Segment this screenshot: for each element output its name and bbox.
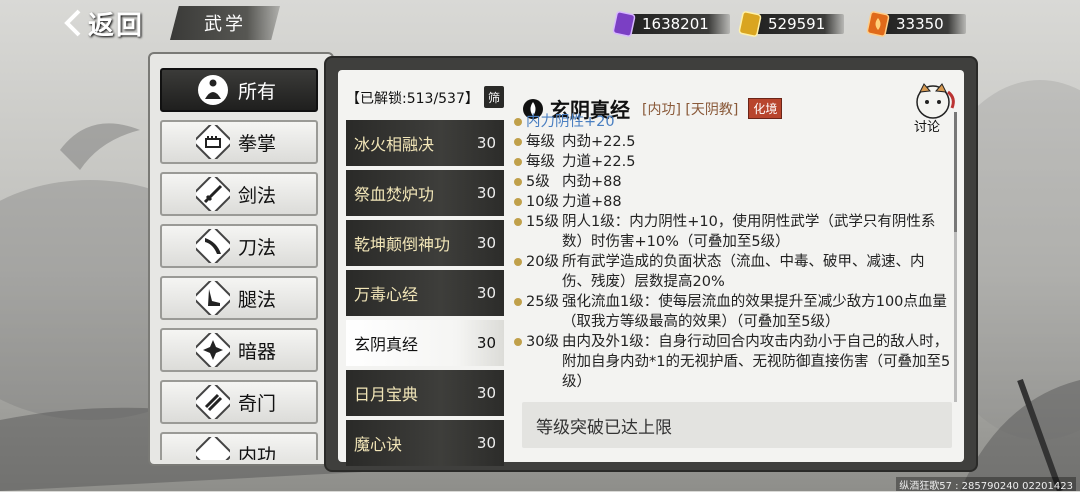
category-all[interactable]: 所有 xyxy=(160,68,318,112)
currency-value: 529591 xyxy=(768,15,826,33)
fist-icon xyxy=(196,125,230,159)
category-inner-power[interactable]: 内功 xyxy=(160,432,318,460)
skill-level: 30 xyxy=(476,384,496,402)
skill-level: 30 xyxy=(476,334,496,352)
skill-item-selected[interactable]: 玄阴真经 30 xyxy=(346,320,504,366)
effect-text: 内劲+88 xyxy=(562,174,622,190)
category-label: 暗器 xyxy=(238,340,277,363)
category-sword[interactable]: 剑法 xyxy=(160,172,318,216)
effect-level: 每级 xyxy=(526,134,555,150)
effect-text: 强化流血1级：使每层流血的效果提升至减少敌方100点血量（取我方等级最高的效果）… xyxy=(562,294,947,330)
breakthrough-status: 等级突破已达上限 xyxy=(522,402,952,448)
effect-line: 每级 内劲+22.5 xyxy=(512,132,952,152)
kick-icon xyxy=(196,281,230,315)
currency-gold[interactable]: 529591 xyxy=(736,10,844,38)
category-exotic[interactable]: 奇门 xyxy=(160,380,318,424)
inner-power-icon xyxy=(196,437,230,460)
effect-line: 15级 阴人1级：内力阴性+10，使用阴性武学（武学只有阴性系数）时伤害+10%… xyxy=(512,212,952,252)
category-label: 所有 xyxy=(238,80,277,103)
effect-text: 内劲+22.5 xyxy=(562,134,636,150)
page-title: 武学 xyxy=(204,14,246,35)
effect-level: 10级 xyxy=(526,194,559,210)
sword-icon xyxy=(196,177,230,211)
orange-flame-icon xyxy=(866,11,890,37)
skill-item[interactable]: 日月宝典 30 xyxy=(346,370,504,416)
category-label: 刀法 xyxy=(238,236,277,259)
effect-line: 20级 所有武学造成的负面状态（流血、中毒、破甲、减速、内伤、残废）层数提高20… xyxy=(512,252,952,292)
skill-level: 30 xyxy=(476,234,496,252)
category-label: 剑法 xyxy=(238,184,277,207)
filter-button[interactable]: 筛 xyxy=(484,86,504,108)
skill-name: 玄阴真经 xyxy=(354,335,419,354)
effect-text: 内力阴性+20 xyxy=(526,114,615,130)
category-list[interactable]: 所有 拳掌 剑法 刀法 腿法 暗器 奇门 内功 xyxy=(160,68,322,460)
meditation-icon xyxy=(198,75,228,105)
effect-line: 5级 内劲+88 xyxy=(512,172,952,192)
shuriken-icon xyxy=(196,333,230,367)
effect-level: 5级 xyxy=(526,174,550,190)
skill-level: 30 xyxy=(476,284,496,302)
breakthrough-status-label: 等级突破已达上限 xyxy=(536,417,672,438)
back-button[interactable]: 返回 xyxy=(62,4,144,42)
currency-purple[interactable]: 1638201 xyxy=(610,10,730,38)
effect-level: 25级 xyxy=(526,294,559,310)
category-label: 拳掌 xyxy=(238,132,277,155)
effect-line: 10级 力道+88 xyxy=(512,192,952,212)
category-fist[interactable]: 拳掌 xyxy=(160,120,318,164)
effect-text: 由内及外1级：自身行动回合内攻击内劲小于自己的敌人时，附加自身内劲*1的无视护盾… xyxy=(562,334,951,390)
category-label: 奇门 xyxy=(238,392,277,415)
skill-name: 冰火相融决 xyxy=(354,135,435,154)
skill-level: 30 xyxy=(476,434,496,452)
effect-text: 力道+22.5 xyxy=(562,154,636,170)
skill-item[interactable]: 冰火相融决 30 xyxy=(346,120,504,166)
skill-name: 乾坤颠倒神功 xyxy=(354,235,451,254)
category-panel: 所有 拳掌 剑法 刀法 腿法 暗器 奇门 内功 xyxy=(148,52,334,466)
skill-name: 万毒心经 xyxy=(354,285,419,304)
effect-text: 阴人1级：内力阴性+10，使用阴性武学（武学只有阴性系数）时伤害+10%（可叠加… xyxy=(562,214,936,250)
effect-level: 每级 xyxy=(526,154,555,170)
effect-line: 内力阴性+20 xyxy=(512,112,952,132)
top-bar: 返回 武学 1638201 529591 33350 xyxy=(0,0,1080,46)
effect-level: 20级 xyxy=(526,254,559,270)
skill-item[interactable]: 祭血焚炉功 30 xyxy=(346,170,504,216)
back-label: 返回 xyxy=(88,10,145,41)
effect-text: 力道+88 xyxy=(562,194,622,210)
skill-name: 魔心诀 xyxy=(354,435,403,454)
watermark: 纵酒狂歌57 : 285790240 02201423 xyxy=(896,477,1076,492)
skill-item[interactable]: 万毒心经 30 xyxy=(346,270,504,316)
skill-name: 日月宝典 xyxy=(354,385,419,404)
unlock-count: 【已解锁:513/537】 xyxy=(346,91,479,107)
skill-level: 30 xyxy=(476,184,496,202)
effect-line: 每级 力道+22.5 xyxy=(512,152,952,172)
effect-level: 15级 xyxy=(526,214,559,230)
category-blade[interactable]: 刀法 xyxy=(160,224,318,268)
purple-crystal-icon xyxy=(612,11,636,37)
skill-list[interactable]: 冰火相融决 30 祭血焚炉功 30 乾坤颠倒神功 30 万毒心经 30 玄阴真经… xyxy=(346,120,504,470)
page-title-tab: 武学 xyxy=(170,6,280,40)
effect-text: 所有武学造成的负面状态（流血、中毒、破甲、减速、内伤、残废）层数提高20% xyxy=(562,254,925,290)
category-label: 腿法 xyxy=(238,288,277,311)
skill-name: 祭血焚炉功 xyxy=(354,185,435,204)
category-label: 内功 xyxy=(238,444,277,461)
skill-effects: 内力阴性+20 每级 内劲+22.5 每级 力道+22.5 5级 内劲+88 1… xyxy=(512,112,952,392)
effects-scroll-thumb[interactable] xyxy=(954,112,957,232)
effect-line: 25级 强化流血1级：使每层流血的效果提升至减少敌方100点血量（取我方等级最高… xyxy=(512,292,952,332)
effect-line: 30级 由内及外1级：自身行动回合内攻击内劲小于自己的敌人时，附加自身内劲*1的… xyxy=(512,332,952,392)
effect-level: 30级 xyxy=(526,334,559,350)
skill-item[interactable]: 魔心诀 30 xyxy=(346,420,504,466)
category-kick[interactable]: 腿法 xyxy=(160,276,318,320)
scroll-weapon-icon xyxy=(196,385,230,419)
skill-level: 30 xyxy=(476,134,496,152)
currency-value: 33350 xyxy=(896,15,944,33)
category-hidden-weapon[interactable]: 暗器 xyxy=(160,328,318,372)
chevron-left-icon xyxy=(64,9,81,37)
gold-token-icon xyxy=(738,11,762,37)
skill-item[interactable]: 乾坤颠倒神功 30 xyxy=(346,220,504,266)
currency-orange[interactable]: 33350 xyxy=(864,10,966,38)
blade-icon xyxy=(196,229,230,263)
currency-value: 1638201 xyxy=(642,15,709,33)
